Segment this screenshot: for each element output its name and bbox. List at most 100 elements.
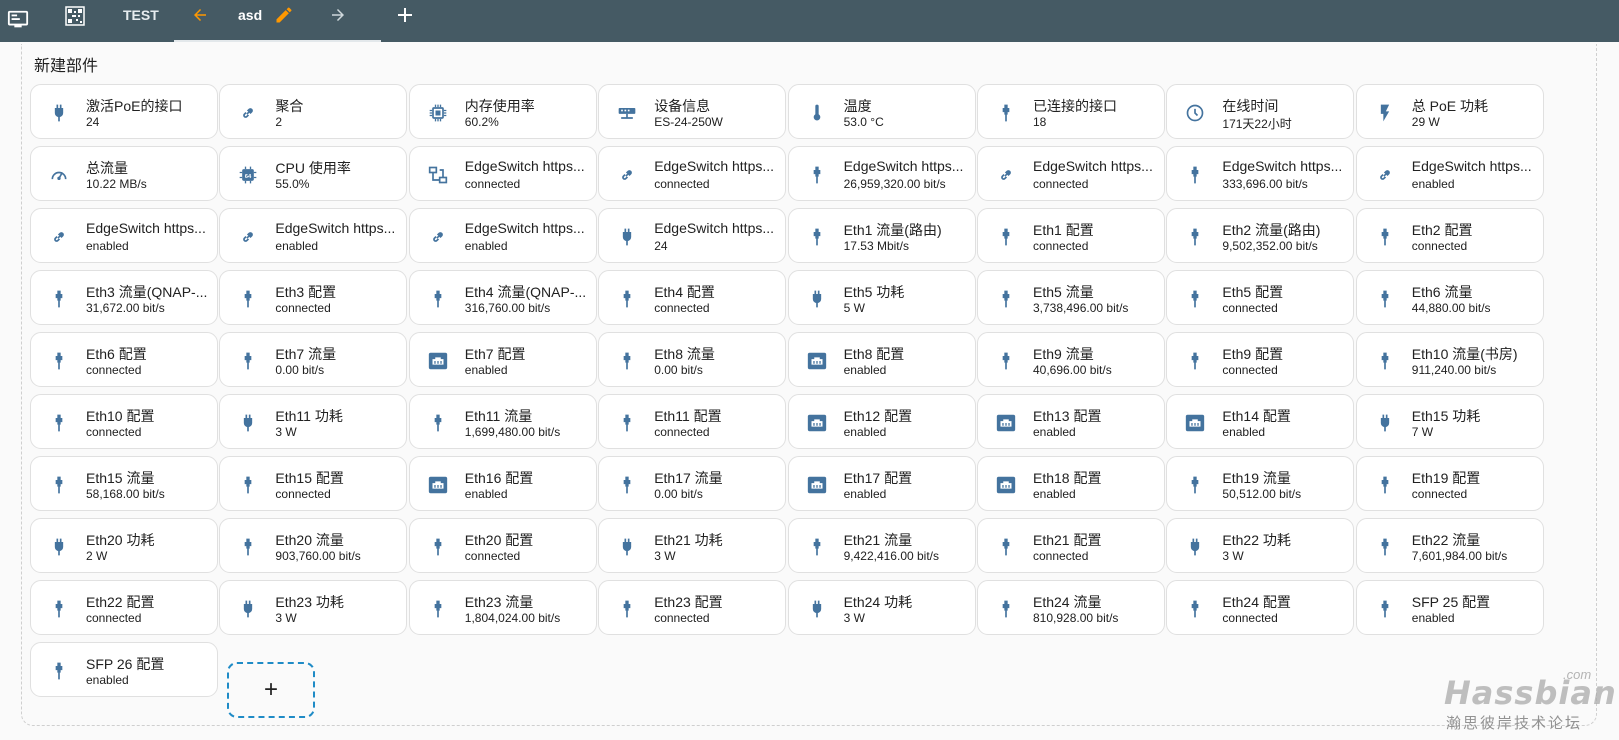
entity-card[interactable]: EdgeSwitch https... enabled	[1355, 146, 1544, 201]
entity-card[interactable]: EdgeSwitch https... connected	[408, 146, 597, 201]
entity-card[interactable]: Eth15 功耗 7 W	[1355, 394, 1544, 449]
entity-card[interactable]: Eth2 流量(路由) 9,502,352.00 bit/s	[1166, 208, 1355, 263]
entity-state: connected	[86, 425, 142, 439]
entity-card[interactable]: EdgeSwitch https... 333,696.00 bit/s	[1166, 146, 1355, 201]
add-card-button[interactable]: +	[227, 662, 315, 718]
entity-card[interactable]: 内存使用率 60.2%	[408, 84, 597, 139]
entity-card[interactable]: SFP 26 配置 enabled	[30, 642, 218, 697]
entity-card[interactable]: Eth23 功耗 3 W	[219, 580, 408, 635]
entity-card[interactable]: Eth17 配置 enabled	[787, 456, 976, 511]
entity-card[interactable]: Eth11 配置 connected	[598, 394, 787, 449]
entity-name: Eth14 配置	[1222, 408, 1291, 424]
pencil-icon[interactable]	[272, 0, 296, 30]
entity-card[interactable]: Eth10 配置 connected	[30, 394, 218, 449]
entity-name: Eth15 配置	[275, 470, 344, 486]
entity-card[interactable]: EdgeSwitch https... enabled	[30, 208, 218, 263]
entity-card[interactable]: Eth21 配置 connected	[977, 518, 1165, 573]
entity-card[interactable]: SFP 25 配置 enabled	[1355, 580, 1544, 635]
entity-card[interactable]: 聚合 2	[219, 84, 408, 139]
entity-card[interactable]: Eth3 配置 connected	[219, 270, 408, 325]
power-plug-icon	[806, 288, 828, 310]
entity-card[interactable]: Eth23 配置 connected	[598, 580, 787, 635]
entity-card[interactable]: Eth15 配置 connected	[219, 456, 408, 511]
entity-card[interactable]: Eth22 配置 connected	[30, 580, 218, 635]
entity-card[interactable]: EdgeSwitch https... 26,959,320.00 bit/s	[787, 146, 976, 201]
entity-name: Eth24 功耗	[843, 594, 913, 610]
entity-card[interactable]: Eth20 配置 connected	[408, 518, 597, 573]
entity-state: connected	[654, 301, 710, 315]
tab-test[interactable]: TEST	[123, 0, 159, 40]
entity-card[interactable]: Eth22 功耗 3 W	[1166, 518, 1355, 573]
entity-card[interactable]: EdgeSwitch https... connected	[977, 146, 1165, 201]
arrow-left-icon[interactable]	[188, 0, 212, 30]
entity-state: enabled	[843, 487, 887, 501]
entity-name: Eth12 配置	[843, 408, 913, 424]
ethernet-port-icon	[806, 164, 828, 186]
entity-card[interactable]: Eth14 配置 enabled	[1166, 394, 1355, 449]
entity-card[interactable]: Eth6 流量 44,880.00 bit/s	[1355, 270, 1544, 325]
entity-card[interactable]: 已连接的接口 18	[977, 84, 1165, 139]
lan-icon	[427, 164, 449, 186]
entity-card[interactable]: Eth4 流量(QNAP-... 316,760.00 bit/s	[408, 270, 597, 325]
entity-card[interactable]: Eth16 配置 enabled	[408, 456, 597, 511]
entity-card[interactable]: Eth24 功耗 3 W	[787, 580, 976, 635]
entity-card[interactable]: Eth20 流量 903,760.00 bit/s	[219, 518, 408, 573]
entity-card[interactable]: 设备信息 ES-24-250W	[598, 84, 787, 139]
entity-card[interactable]: Eth19 流量 50,512.00 bit/s	[1166, 456, 1355, 511]
entity-card[interactable]: Eth18 配置 enabled	[977, 456, 1165, 511]
entity-card[interactable]: Eth8 流量 0.00 bit/s	[598, 332, 787, 387]
entity-card[interactable]: Eth24 配置 connected	[1166, 580, 1355, 635]
entity-card[interactable]: Eth10 流量(书房) 911,240.00 bit/s	[1355, 332, 1544, 387]
tab-asd[interactable]: asd	[174, 0, 381, 42]
entity-card[interactable]: EdgeSwitch https... 24	[598, 208, 787, 263]
entity-card[interactable]: Eth5 流量 3,738,496.00 bit/s	[977, 270, 1165, 325]
entity-card[interactable]: 在线时间 171天22小时	[1166, 84, 1355, 139]
entity-card[interactable]: Eth13 配置 enabled	[977, 394, 1165, 449]
entity-card[interactable]: 激活PoE的接口 24	[30, 84, 218, 139]
entity-card[interactable]: Eth8 配置 enabled	[787, 332, 976, 387]
entity-card[interactable]: Eth20 功耗 2 W	[30, 518, 218, 573]
link-icon	[48, 226, 70, 248]
entity-card[interactable]: Eth3 流量(QNAP-... 31,672.00 bit/s	[30, 270, 218, 325]
entity-card[interactable]: Eth9 流量 40,696.00 bit/s	[977, 332, 1165, 387]
entity-card[interactable]: Eth12 配置 enabled	[787, 394, 976, 449]
entity-card[interactable]: Eth22 流量 7,601,984.00 bit/s	[1355, 518, 1544, 573]
entity-card[interactable]: Eth24 流量 810,928.00 bit/s	[977, 580, 1165, 635]
qrcode-icon[interactable]	[63, 0, 87, 36]
entity-card[interactable]: Eth5 配置 connected	[1166, 270, 1355, 325]
entity-state: 60.2%	[464, 115, 499, 129]
plus-icon[interactable]	[393, 0, 417, 30]
entity-card[interactable]: Eth21 功耗 3 W	[598, 518, 787, 573]
ethernet-port-icon	[1184, 350, 1206, 372]
entity-card[interactable]: Eth17 流量 0.00 bit/s	[598, 456, 787, 511]
tab-label: asd	[238, 7, 263, 23]
entity-card[interactable]: Eth5 功耗 5 W	[787, 270, 976, 325]
entity-card[interactable]: Eth21 流量 9,422,416.00 bit/s	[787, 518, 976, 573]
entity-card[interactable]: 温度 53.0 °C	[787, 84, 976, 139]
entity-card[interactable]: Eth1 流量(路由) 17.53 Mbit/s	[787, 208, 976, 263]
entity-card[interactable]: Eth4 配置 connected	[598, 270, 787, 325]
entity-card[interactable]: EdgeSwitch https... enabled	[408, 208, 597, 263]
entity-card[interactable]: EdgeSwitch https... enabled	[219, 208, 408, 263]
entity-name: Eth22 功耗	[1222, 532, 1291, 548]
arrow-right-icon[interactable]	[326, 0, 350, 30]
entity-card[interactable]: Eth6 配置 connected	[30, 332, 218, 387]
monitor-icon[interactable]	[4, 0, 32, 40]
entity-card[interactable]: Eth11 功耗 3 W	[219, 394, 408, 449]
entity-card[interactable]: EdgeSwitch https... connected	[598, 146, 787, 201]
entity-card[interactable]: 总流量 10.22 MB/s	[30, 146, 218, 201]
entity-state: connected	[1033, 177, 1089, 191]
entity-card[interactable]: Eth7 流量 0.00 bit/s	[219, 332, 408, 387]
entity-state: 9,502,352.00 bit/s	[1222, 239, 1318, 253]
entity-card[interactable]: Eth2 配置 connected	[1355, 208, 1544, 263]
entity-card[interactable]: Eth7 配置 enabled	[408, 332, 597, 387]
entity-card[interactable]: Eth11 流量 1,699,480.00 bit/s	[408, 394, 597, 449]
entity-card[interactable]: Eth23 流量 1,804,024.00 bit/s	[408, 580, 597, 635]
entity-card[interactable]: Eth19 配置 connected	[1355, 456, 1544, 511]
entity-card[interactable]: Eth1 配置 connected	[977, 208, 1165, 263]
entity-card[interactable]: 64 CPU 使用率 55.0%	[219, 146, 408, 201]
entity-card[interactable]: Eth15 流量 58,168.00 bit/s	[30, 456, 218, 511]
entity-name: Eth24 配置	[1222, 594, 1291, 610]
entity-card[interactable]: Eth9 配置 connected	[1166, 332, 1355, 387]
entity-card[interactable]: 总 PoE 功耗 29 W	[1355, 84, 1544, 139]
